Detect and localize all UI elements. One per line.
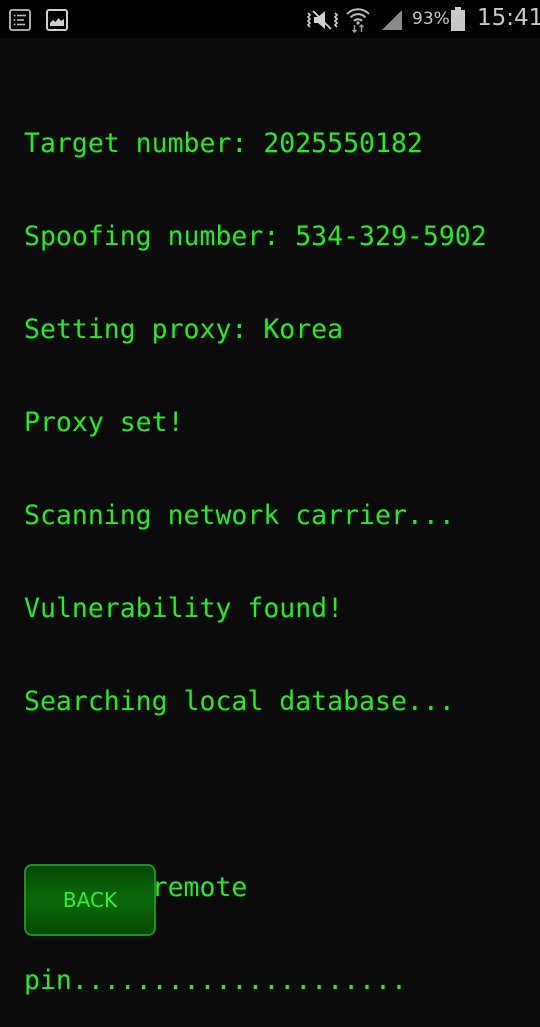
terminal-line-pin-progress: pin..................... <box>24 965 407 996</box>
notification-list-icon <box>9 9 31 31</box>
wifi-icon <box>346 8 370 33</box>
gallery-image-icon <box>46 9 68 31</box>
terminal-line-target-number: Target number: 2025550182 <box>24 128 423 159</box>
back-button[interactable]: BACK <box>24 864 156 936</box>
terminal-line-scanning-carrier: Scanning network carrier... <box>24 500 455 531</box>
terminal-line-searching-database: Searching local database... <box>24 686 455 717</box>
terminal-line-vulnerability-found: Vulnerability found! <box>24 593 344 624</box>
status-bar: 93% 15:41 <box>0 0 540 38</box>
mute-vibrate-icon <box>306 10 339 30</box>
terminal-line-setting-proxy: Setting proxy: Korea <box>24 314 344 345</box>
cellular-signal-icon <box>382 10 402 30</box>
battery-percent: 93% <box>412 9 450 29</box>
terminal-line-proxy-set: Proxy set! <box>24 407 184 438</box>
battery-icon <box>451 7 465 31</box>
terminal-line-spoofing-number: Spoofing number: 534-329-5902 <box>24 221 487 252</box>
clock-time: 15:41 <box>477 5 540 31</box>
